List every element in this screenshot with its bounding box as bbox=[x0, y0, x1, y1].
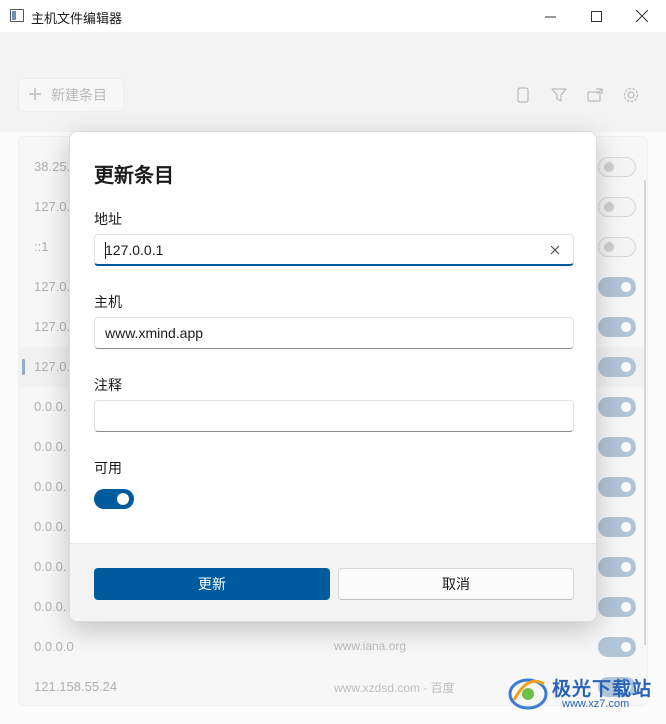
address-value: 127.0.0.1 bbox=[105, 242, 164, 258]
title-bar: 主机文件编辑器 bbox=[0, 0, 666, 32]
comment-label: 注释 bbox=[94, 377, 122, 393]
window-title: 主机文件编辑器 bbox=[31, 11, 123, 26]
clear-icon[interactable] bbox=[549, 244, 561, 256]
watermark-logo-icon bbox=[508, 678, 548, 710]
watermark: 极光下载站 www.xz7.com bbox=[504, 668, 664, 718]
host-field[interactable]: www.xmind.app bbox=[94, 317, 574, 349]
watermark-text: 极光下载站 bbox=[552, 679, 653, 700]
update-entry-dialog: 更新条目 地址 127.0.0.1 主机 www.xmind.app 注释 可用… bbox=[69, 131, 597, 622]
minimize-button[interactable] bbox=[527, 0, 573, 32]
watermark-url: www.xz7.com bbox=[562, 698, 630, 710]
maximize-icon bbox=[590, 10, 602, 22]
close-icon bbox=[636, 10, 648, 22]
app-icon bbox=[10, 9, 24, 22]
close-button[interactable] bbox=[619, 0, 665, 32]
cancel-button[interactable]: 取消 bbox=[338, 568, 574, 600]
dialog-title: 更新条目 bbox=[94, 165, 174, 187]
dialog-footer: 更新 取消 bbox=[70, 543, 596, 621]
address-field[interactable]: 127.0.0.1 bbox=[94, 234, 574, 266]
text-caret bbox=[105, 242, 106, 259]
host-value: www.xmind.app bbox=[105, 325, 204, 341]
address-label: 地址 bbox=[94, 211, 122, 227]
enabled-label: 可用 bbox=[94, 460, 122, 476]
toggle-knob bbox=[117, 493, 129, 505]
enabled-toggle[interactable] bbox=[94, 489, 134, 509]
maximize-button[interactable] bbox=[573, 0, 619, 32]
minimize-icon bbox=[544, 16, 556, 17]
update-button[interactable]: 更新 bbox=[94, 568, 330, 600]
host-label: 主机 bbox=[94, 294, 122, 310]
comment-field[interactable] bbox=[94, 400, 574, 432]
